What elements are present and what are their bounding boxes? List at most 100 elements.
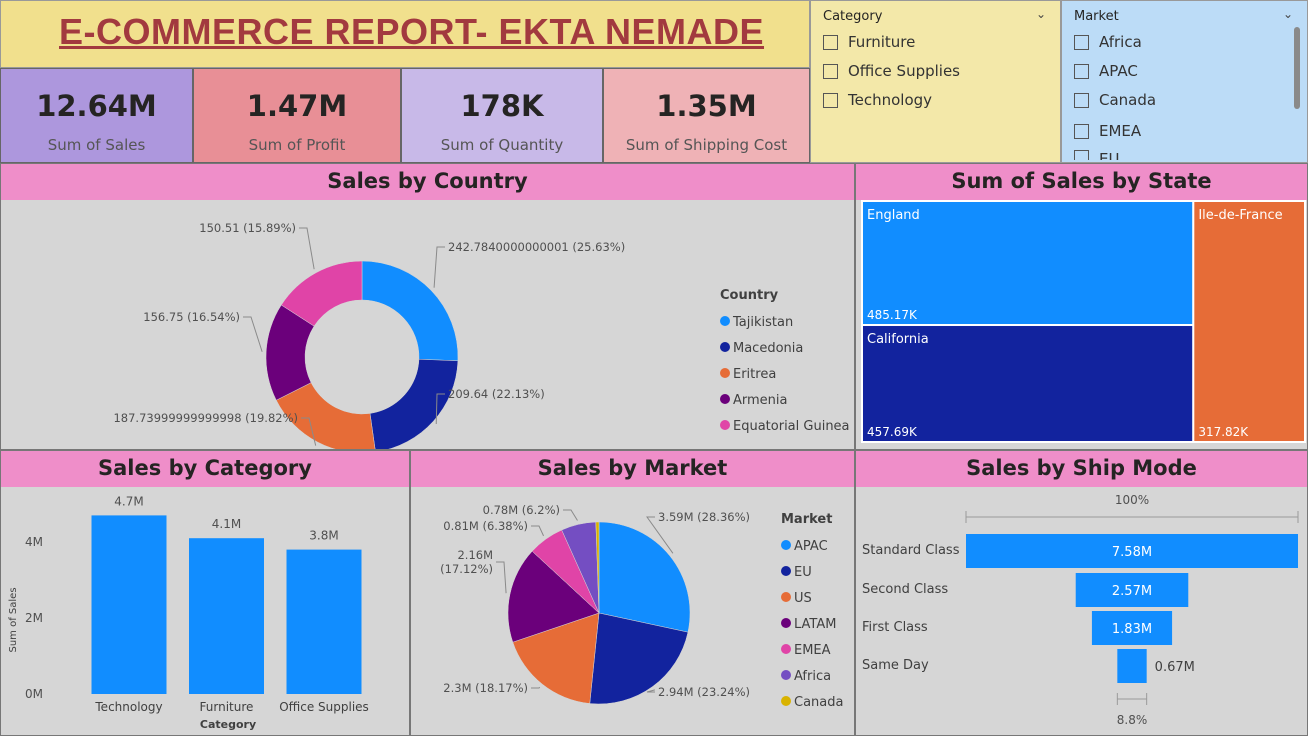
legend-marker xyxy=(720,316,730,326)
funnel-stage-label: Standard Class xyxy=(862,543,960,558)
kpi-card-shipping-cost: 1.35M Sum of Shipping Cost xyxy=(603,68,810,163)
bar-value-label: 4.1M xyxy=(212,517,241,531)
legend-label: Macedonia xyxy=(733,341,803,356)
legend-marker xyxy=(781,618,791,628)
treemap-label: England xyxy=(867,208,920,223)
checkbox[interactable] xyxy=(1074,63,1089,79)
data-label: 156.75 (16.54%) xyxy=(143,310,240,324)
state-treemap-chart: England 485.17K California 457.69K Ile-de-Fr… xyxy=(861,200,1306,443)
funnel-value-label: 1.83M xyxy=(1112,622,1152,637)
bar-office-supplies xyxy=(286,549,362,694)
option-label: APAC xyxy=(1099,62,1138,80)
panel-title: Sales by Ship Mode xyxy=(856,451,1307,487)
kpi-value: 1.35M xyxy=(656,89,757,123)
panel-title: Sales by Market xyxy=(411,451,854,487)
treemap-label: California xyxy=(867,332,929,347)
category-option-furniture[interactable]: Furniture xyxy=(823,33,915,51)
x-axis-title: Category xyxy=(200,718,256,731)
funnel-stage-label: First Class xyxy=(862,620,928,635)
treemap-label: Ile-de-France xyxy=(1198,208,1282,223)
kpi-label: Sum of Profit xyxy=(248,136,346,154)
legend-title: Market xyxy=(781,512,832,527)
leader-line xyxy=(646,689,655,693)
kpi-card-sales: 12.64M Sum of Sales xyxy=(0,68,193,163)
legend-marker xyxy=(781,592,791,602)
category-option-technology[interactable]: Technology xyxy=(823,91,932,109)
checkbox[interactable] xyxy=(1074,92,1089,108)
data-label: 150.51 (15.89%) xyxy=(199,221,296,235)
legend-label: Africa xyxy=(794,669,831,684)
checkbox[interactable] xyxy=(1074,150,1089,160)
legend-marker xyxy=(781,670,791,680)
ship-mode-funnel-chart: 100% Standard Class 7.58M Second Class 2.57M… xyxy=(862,493,1299,727)
legend-marker xyxy=(720,368,730,378)
chevron-down-icon[interactable]: ⌄ xyxy=(1283,7,1293,21)
x-tick-label: Technology xyxy=(94,700,162,714)
market-option-africa[interactable]: Africa xyxy=(1074,33,1142,51)
legend-marker xyxy=(781,696,791,706)
leader-line xyxy=(433,246,445,288)
country-donut-chart: 242.7840000000001 (25.63%) 209.64 (22.13%… xyxy=(113,221,850,449)
treemap-value: 457.69K xyxy=(867,425,918,439)
panel-title: Sum of Sales by State xyxy=(856,164,1307,200)
chevron-down-icon[interactable]: ⌄ xyxy=(1036,7,1046,21)
legend-marker xyxy=(720,420,730,430)
bar-value-label: 4.7M xyxy=(114,494,143,508)
legend-label: Tajikistan xyxy=(732,315,793,330)
data-label: 2.94M (23.24%) xyxy=(658,685,750,699)
kpi-card-quantity: 178K Sum of Quantity xyxy=(401,68,603,163)
sales-by-state-panel: Sum of Sales by State England 485.17K Cali… xyxy=(855,163,1308,450)
treemap-value: 317.82K xyxy=(1198,425,1249,439)
market-slicer[interactable]: Market ⌄ Africa APAC Canada EMEA EU xyxy=(1061,0,1308,163)
data-label: 0.81M (6.38%) xyxy=(443,519,528,533)
market-pie-chart: 3.59M (28.36%) 2.94M (23.24%) 2.3M (18.17%… xyxy=(440,503,843,710)
y-tick-label: 4M xyxy=(25,535,43,549)
market-option-apac[interactable]: APAC xyxy=(1074,62,1138,80)
sales-by-ship-mode-panel: Sales by Ship Mode 100% Standard Class 7.5… xyxy=(855,450,1308,736)
checkbox[interactable] xyxy=(823,34,838,50)
y-tick-label: 0M xyxy=(25,687,43,701)
category-option-office-supplies[interactable]: Office Supplies xyxy=(823,62,960,80)
legend-marker xyxy=(720,394,730,404)
legend-marker xyxy=(781,566,791,576)
data-label: 209.64 (22.13%) xyxy=(448,387,545,401)
option-label: Office Supplies xyxy=(848,62,961,80)
y-axis-title: Sum of Sales xyxy=(8,587,19,652)
funnel-stage-label: Second Class xyxy=(862,582,948,597)
market-option-emea[interactable]: EMEA xyxy=(1074,122,1141,140)
checkbox[interactable] xyxy=(823,92,838,108)
leader-line xyxy=(299,227,315,270)
funnel-value-label: 2.57M xyxy=(1112,584,1152,599)
legend-label: LATAM xyxy=(794,617,836,632)
checkbox[interactable] xyxy=(1074,34,1089,50)
funnel-value-label: 7.58M xyxy=(1112,545,1152,560)
kpi-label: Sum of Sales xyxy=(47,136,146,154)
slice-macedonia xyxy=(369,358,459,449)
kpi-value: 178K xyxy=(460,89,544,123)
bar-value-label: 3.8M xyxy=(309,529,338,543)
leader-line xyxy=(531,686,541,689)
checkbox[interactable] xyxy=(1074,123,1089,139)
checkbox[interactable] xyxy=(823,63,838,79)
treemap-tile-ile-de-france xyxy=(1192,200,1306,443)
slice-tajikistan xyxy=(361,260,459,362)
leader-line xyxy=(243,316,263,352)
data-label: 187.73999999999998 (19.82%) xyxy=(113,411,298,425)
data-label: (17.12%) xyxy=(440,562,493,576)
option-label: EMEA xyxy=(1099,122,1142,140)
kpi-label: Sum of Shipping Cost xyxy=(625,136,788,154)
slicer-scrollbar[interactable] xyxy=(1294,27,1300,109)
category-slicer[interactable]: Category ⌄ Furniture Office Supplies Tec… xyxy=(810,0,1061,163)
leader-line xyxy=(531,525,544,537)
report-title-banner: E-COMMERCE REPORT- EKTA NEMADE xyxy=(0,0,810,68)
data-label: 0.78M (6.2%) xyxy=(483,503,560,517)
kpi-card-profit: 1.47M Sum of Profit xyxy=(193,68,401,163)
legend-label: US xyxy=(794,591,812,606)
option-label: EU xyxy=(1099,150,1120,160)
market-option-canada[interactable]: Canada xyxy=(1074,91,1156,109)
legend-marker xyxy=(781,540,791,550)
panel-title: Sales by Category xyxy=(1,451,409,487)
legend-label: EMEA xyxy=(794,643,831,658)
market-option-eu[interactable]: EU xyxy=(1074,150,1119,160)
legend-marker xyxy=(720,342,730,352)
